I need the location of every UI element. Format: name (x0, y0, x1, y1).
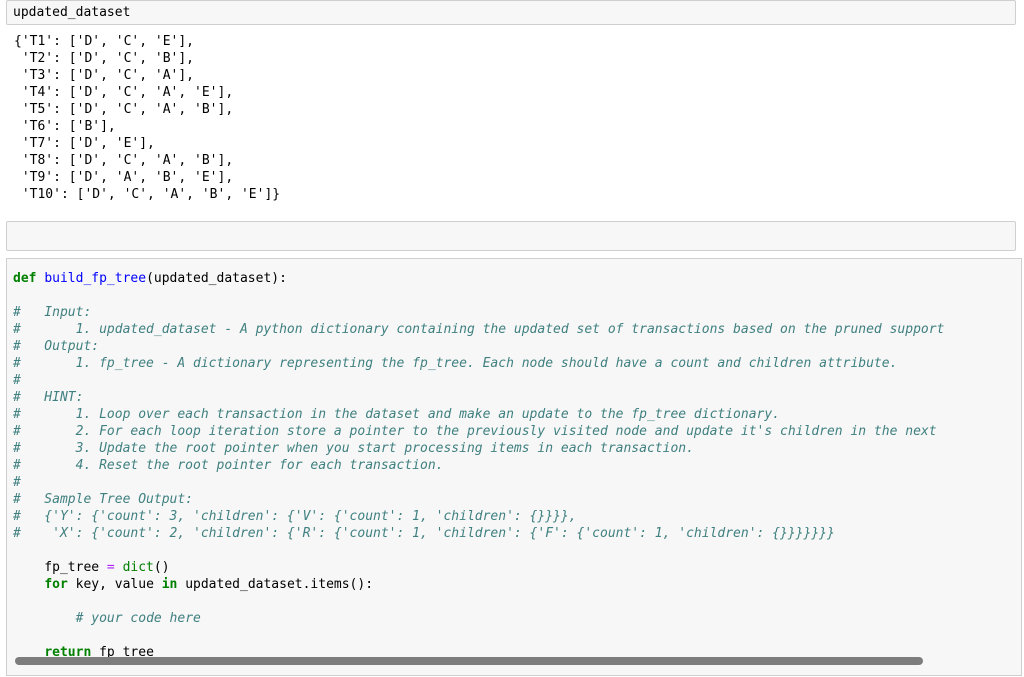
comment-line: # 1. Loop over each transaction in the d… (13, 407, 781, 422)
comment-line: # Output: (13, 339, 100, 354)
comment-line: # HINT: (13, 390, 84, 405)
output-line: {'T1': ['D', 'C', 'E'], (14, 34, 195, 49)
code-cell-input-1[interactable]: updated_dataset (6, 0, 1016, 25)
def-line: def build_fp_tree(updated_dataset): (13, 270, 287, 287)
cell-1-code: updated_dataset (13, 5, 131, 20)
code-cell-input-2[interactable] (6, 221, 1016, 251)
for-keyword: for (44, 577, 68, 592)
your-code-comment-text: # your code here (75, 611, 201, 626)
function-name: build_fp_tree (44, 271, 147, 286)
comment-line: # 1. updated_dataset - A python dictiona… (13, 322, 945, 337)
comment-line: # Input: (13, 305, 92, 320)
cell-output-1: {'T1': ['D', 'C', 'E'], 'T2': ['D', 'C',… (14, 33, 1004, 203)
output-line: 'T6': ['B'], (14, 119, 116, 134)
output-line: 'T9': ['D', 'A', 'B', 'E'], (14, 170, 234, 185)
comment-line: # 1. fp_tree - A dictionary representing… (13, 356, 898, 371)
output-line: 'T10': ['D', 'C', 'A', 'B', 'E']} (14, 187, 281, 202)
fp-tree-assign-line: fp_tree = dict() (13, 560, 170, 575)
output-line: 'T4': ['D', 'C', 'A', 'E'], (14, 85, 234, 100)
output-line: 'T7': ['D', 'E'], (14, 136, 155, 151)
for-vars: key, value (67, 577, 162, 592)
output-line: 'T3': ['D', 'C', 'A'], (14, 68, 195, 83)
dict-builtin: dict (122, 560, 154, 575)
function-args: (updated_dataset): (146, 271, 287, 286)
for-iterable: updated_dataset.items(): (177, 577, 374, 592)
scrollbar-thumb[interactable] (15, 657, 923, 665)
comment-line: # (13, 373, 21, 388)
comment-line: # 3. Update the root pointer when you st… (13, 441, 694, 456)
code-cell-input-3[interactable]: def build_fp_tree(updated_dataset): # In… (7, 259, 1021, 675)
horizontal-scrollbar[interactable] (15, 657, 1013, 665)
comment-line: # {'Y': {'count': 3, 'children': {'V': {… (13, 509, 577, 524)
assign-operator: = (106, 560, 115, 575)
fp-tree-var: fp_tree (13, 560, 107, 575)
output-line: 'T5': ['D', 'C', 'A', 'B'], (14, 102, 234, 117)
output-line: 'T8': ['D', 'C', 'A', 'B'], (14, 153, 234, 168)
comment-line: # 'X': {'count': 2, 'children': {'R': {'… (13, 526, 835, 541)
for-line: for key, value in updated_dataset.items(… (13, 576, 373, 593)
comment-line: # (13, 475, 21, 490)
your-code-comment: # your code here (13, 610, 201, 627)
comment-line: # Sample Tree Output: (13, 492, 194, 507)
in-keyword: in (161, 577, 178, 592)
comment-line: # 2. For each loop iteration store a poi… (13, 424, 937, 439)
def-keyword: def (13, 271, 37, 286)
output-line: 'T2': ['D', 'C', 'B'], (14, 51, 195, 66)
comment-line: # 4. Reset the root pointer for each tra… (13, 458, 444, 473)
code-cell-3[interactable]: def build_fp_tree(updated_dataset): # In… (6, 258, 1022, 676)
